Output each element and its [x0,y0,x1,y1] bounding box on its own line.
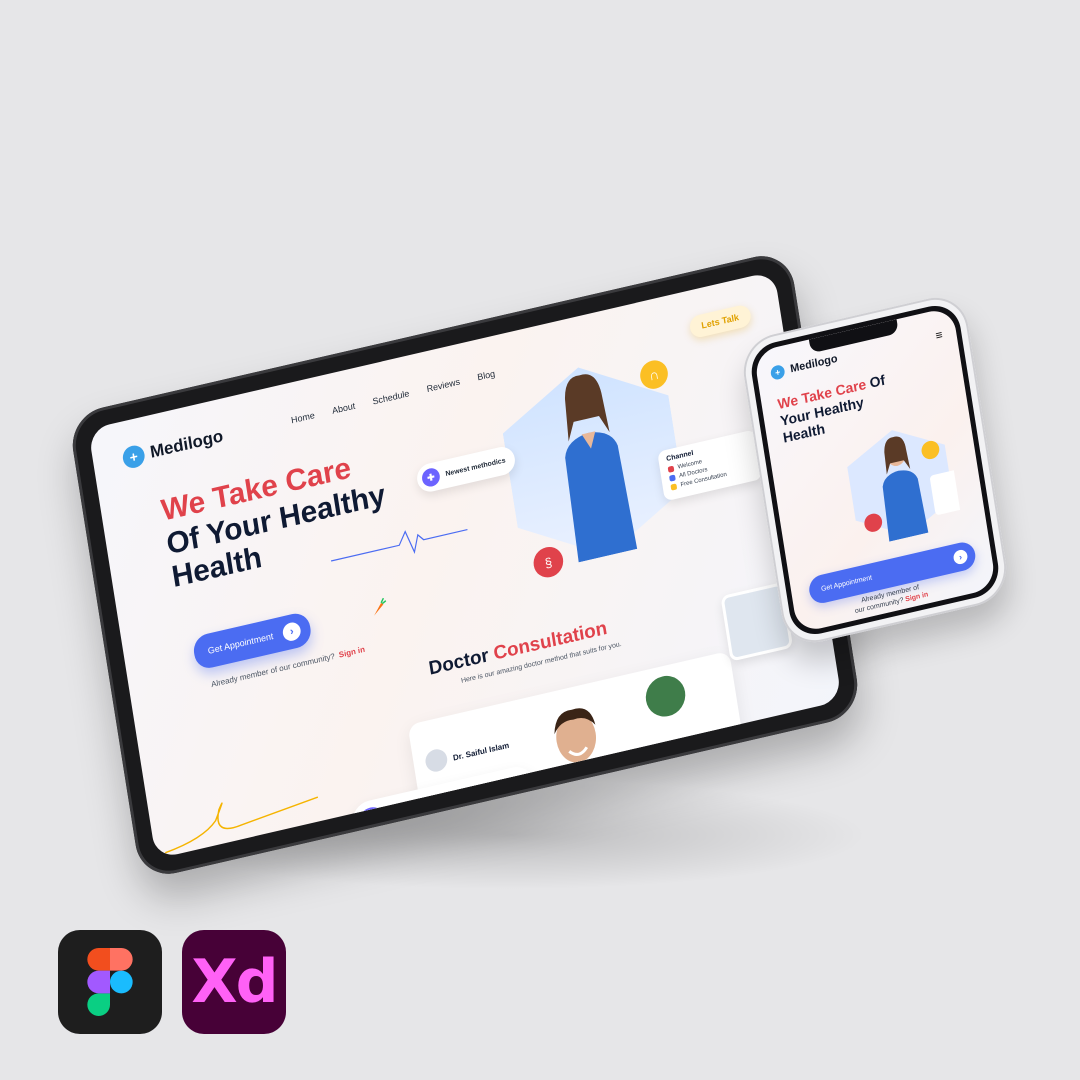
tablet-screen: + Medilogo Home About Schedule Reviews B… [87,270,843,860]
hamburger-menu-icon[interactable]: ≡ [934,327,943,342]
figma-logo-icon [87,948,133,1016]
newest-methodics-label: Newest methodics [444,456,506,478]
adobe-xd-app-icon: Xd [182,930,286,1034]
phone-hero-image [847,430,963,542]
arrow-right-icon: › [952,548,969,566]
phone-device: + Medilogo ≡ We Take Care Of Your Health… [738,290,1012,650]
phone-logo-text: Medilogo [789,352,839,376]
logo-text: Medilogo [148,426,225,462]
medical-cross-icon: + [769,363,786,381]
signin-link[interactable]: Sign in [338,645,365,660]
hero-title: We Take Care Of Your Healthy Health [159,445,393,595]
get-appointment-label: Get Appointment [207,630,275,656]
nav-link-home[interactable]: Home [290,410,315,425]
arrow-right-icon: › [281,620,302,643]
phone-screen: + Medilogo ≡ We Take Care Of Your Health… [753,306,997,634]
figma-app-icon [58,930,162,1034]
nav-links: Home About Schedule Reviews Blog [290,368,495,425]
phone-title-of: Of [868,371,887,391]
doctor-avatar [423,747,449,774]
logo[interactable]: + Medilogo [121,425,225,471]
phone-get-appointment-label: Get Appointment [820,573,873,593]
nav-link-schedule[interactable]: Schedule [372,388,410,406]
xd-label: Xd [191,947,278,1017]
phone-logo[interactable]: + Medilogo [769,352,839,381]
doctors-icon [669,474,676,482]
carrot-icon [374,597,387,616]
nav-link-about[interactable]: About [331,401,355,416]
mockup-scene: + Medilogo Home About Schedule Reviews B… [0,0,1080,1080]
plant-decor [642,671,689,721]
doctor-name: Dr. Saiful Islam [452,740,510,763]
lets-talk-button[interactable]: Lets Talk [688,303,753,340]
phone-bezel: + Medilogo ≡ We Take Care Of Your Health… [747,300,1003,640]
doctor-icon: ✚ [420,466,442,489]
welcome-icon [667,465,675,473]
medical-cross-icon: + [121,443,147,471]
nav-link-reviews[interactable]: Reviews [426,376,461,394]
consultation-icon [670,483,678,491]
